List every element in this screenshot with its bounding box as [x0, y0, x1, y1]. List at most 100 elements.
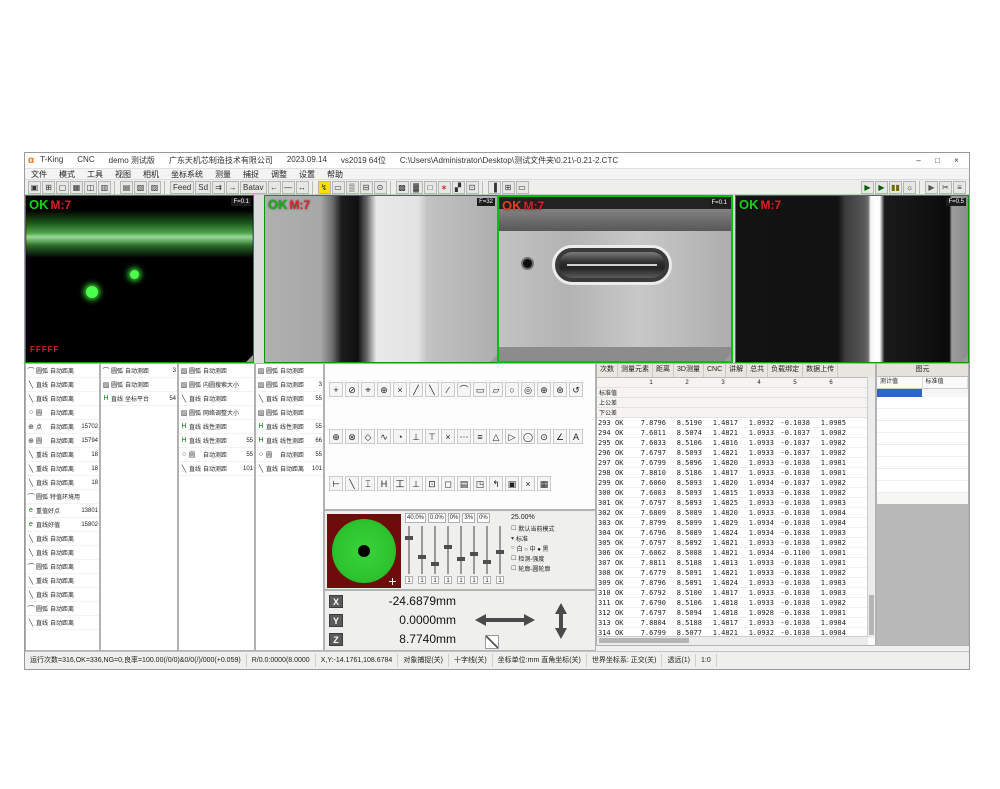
- list-item[interactable]: ⌒圆弧自动测距3: [101, 364, 177, 378]
- table-row[interactable]: 301OK7.67978.50931.48251.0933-0.10381.09…: [597, 498, 875, 508]
- tool-button[interactable]: A: [569, 429, 583, 444]
- menu-item-文件[interactable]: 文件: [25, 169, 53, 180]
- table-row[interactable]: 305OK7.67978.50921.48211.0933-0.10381.09…: [597, 538, 875, 548]
- list-item[interactable]: e直线好值15802: [26, 518, 99, 532]
- tool-button[interactable]: ╲: [345, 476, 359, 491]
- list-item[interactable]: ▨圆弧自动测距3: [256, 378, 323, 392]
- table-row[interactable]: 303OK7.87998.50991.48291.0934-0.10381.09…: [597, 518, 875, 528]
- list-item[interactable]: ▨圆弧自动测距: [101, 378, 177, 392]
- light-slider[interactable]: [405, 526, 413, 574]
- table-row[interactable]: 300OK7.60038.50931.48151.0933-0.10381.09…: [597, 488, 875, 498]
- light-slider[interactable]: [470, 526, 478, 574]
- tool-button[interactable]: ⊙: [537, 429, 551, 444]
- toolbar-button[interactable]: ≡: [953, 181, 966, 194]
- list-item[interactable]: ╲直线自动测距101: [179, 462, 254, 476]
- list-item[interactable]: ○圆自动测距55: [256, 448, 323, 462]
- tool-button[interactable]: ⊗: [345, 429, 359, 444]
- list-item[interactable]: ▨圆弧网络调整大小: [179, 406, 254, 420]
- toolbar-button[interactable]: ←: [268, 181, 281, 194]
- table-vscrollbar[interactable]: [867, 377, 875, 637]
- list-item[interactable]: ╲直线自动距离: [26, 392, 99, 406]
- toolbar-button[interactable]: ▶: [861, 181, 874, 194]
- toolbar-button[interactable]: Sd: [195, 181, 211, 194]
- tool-button[interactable]: ▷: [505, 429, 519, 444]
- list-item[interactable]: ⌒圆弧自动距离: [26, 602, 99, 616]
- tool-button[interactable]: ▣: [505, 476, 519, 491]
- list-item[interactable]: ▨圆弧自动测距: [179, 364, 254, 378]
- tool-button[interactable]: ╲: [425, 382, 439, 397]
- tool-button[interactable]: ⌒: [457, 382, 471, 397]
- option-control-icon[interactable]: ▾: [511, 535, 514, 542]
- toolbar-button[interactable]: ◫: [84, 181, 97, 194]
- camera-view-4[interactable]: OKM:7 F=0.5: [735, 195, 969, 363]
- tool-button[interactable]: ⊛: [553, 382, 567, 397]
- slider-thumb[interactable]: [496, 550, 504, 554]
- list-item[interactable]: ⌒圆弧自动距离: [26, 364, 99, 378]
- tool-button[interactable]: ▭: [473, 382, 487, 397]
- table-row[interactable]: 304OK7.67968.50891.48241.0934-0.10381.09…: [597, 528, 875, 538]
- menu-item-坐标系统[interactable]: 坐标系统: [165, 169, 209, 180]
- tool-button[interactable]: ⊡: [425, 476, 439, 491]
- tool-button[interactable]: ×: [441, 429, 455, 444]
- table-tab-数据上传[interactable]: 数据上传: [803, 364, 838, 377]
- toolbar-button[interactable]: ▓: [410, 181, 423, 194]
- y-axis-chip[interactable]: Y: [329, 614, 343, 627]
- toolbar-button[interactable]: ▧: [134, 181, 147, 194]
- toolbar-button[interactable]: ∗: [438, 181, 451, 194]
- list-item[interactable]: ⌒圆弧特值环境用: [26, 490, 99, 504]
- menu-item-相机[interactable]: 相机: [137, 169, 165, 180]
- slider-thumb[interactable]: [418, 555, 426, 559]
- list-item[interactable]: H直线线性测距55: [179, 434, 254, 448]
- toolbar-button[interactable]: ▩: [396, 181, 409, 194]
- camera-option[interactable]: ○白 ○ 中 ● 黑: [511, 543, 595, 553]
- tool-button[interactable]: ⊥: [409, 429, 423, 444]
- list-item[interactable]: ╲直线自动距离: [26, 378, 99, 392]
- table-row[interactable]: 302OK7.68098.50891.48201.0933-0.10381.09…: [597, 508, 875, 518]
- light-slider[interactable]: [457, 526, 465, 574]
- tool-button[interactable]: ≡: [473, 429, 487, 444]
- table-row[interactable]: 309OK7.87968.50911.48241.0933-0.10381.09…: [597, 578, 875, 588]
- tool-button[interactable]: ⊕: [329, 429, 343, 444]
- list-item[interactable]: ⌒圆弧自动距离: [26, 560, 99, 574]
- toolbar-button[interactable]: ☼: [903, 181, 916, 194]
- table-row[interactable]: 297OK7.67998.50961.48201.0933-0.10381.09…: [597, 458, 875, 468]
- camera-option[interactable]: ☐检测-强度: [511, 553, 595, 563]
- toolbar-button[interactable]: ▭: [332, 181, 345, 194]
- table-row[interactable]: 312OK7.67978.50941.48181.0928-0.10381.09…: [597, 608, 875, 618]
- tool-button[interactable]: ▱: [489, 382, 503, 397]
- table-tab-次数[interactable]: 次数: [597, 364, 618, 377]
- tool-button[interactable]: ↺: [569, 382, 583, 397]
- maximize-button[interactable]: □: [928, 154, 947, 168]
- list-item[interactable]: ╲直线自动测距55: [256, 392, 323, 406]
- toolbar-button[interactable]: ▤: [120, 181, 133, 194]
- tool-button[interactable]: ╱: [409, 382, 423, 397]
- list-item[interactable]: ⊕点自动距离15702: [26, 420, 99, 434]
- table-row[interactable]: 313OK7.88048.51881.48171.0933-0.10381.09…: [597, 618, 875, 628]
- toolbar-button[interactable]: ⊡: [466, 181, 479, 194]
- menu-item-工具[interactable]: 工具: [81, 169, 109, 180]
- list-item[interactable]: ▨圆弧自动测距: [256, 406, 323, 420]
- option-control-icon[interactable]: ☐: [511, 555, 516, 562]
- tool-button[interactable]: ◔: [393, 429, 407, 444]
- angle-button[interactable]: [485, 635, 499, 649]
- slider-thumb[interactable]: [431, 562, 439, 566]
- camera-option[interactable]: ▾标准: [511, 533, 595, 543]
- menu-item-捕捉[interactable]: 捕捉: [237, 169, 265, 180]
- toolbar-button[interactable]: ▥: [98, 181, 111, 194]
- toolbar-button[interactable]: Batav: [240, 181, 266, 194]
- slider-thumb[interactable]: [457, 557, 465, 561]
- option-control-icon[interactable]: ☐: [511, 525, 516, 532]
- tool-button[interactable]: H: [377, 476, 391, 491]
- toolbar-button[interactable]: ▒: [346, 181, 359, 194]
- table-tab-讲解[interactable]: 讲解: [726, 364, 747, 377]
- list-item[interactable]: ╲重线自动距离18: [26, 448, 99, 462]
- tool-button[interactable]: ◎: [521, 382, 535, 397]
- list-item[interactable]: H直线坐标平台54: [101, 392, 177, 406]
- camera-option[interactable]: ☐默认当前模式: [511, 523, 595, 533]
- list-item[interactable]: H直线线性测距: [179, 420, 254, 434]
- toolbar-button[interactable]: ▨: [148, 181, 161, 194]
- menu-item-帮助[interactable]: 帮助: [321, 169, 349, 180]
- table-row[interactable]: 299OK7.60608.50931.48201.0934-0.10371.09…: [597, 478, 875, 488]
- minimize-button[interactable]: –: [909, 154, 928, 168]
- list-item[interactable]: ╲直线自动距离: [26, 588, 99, 602]
